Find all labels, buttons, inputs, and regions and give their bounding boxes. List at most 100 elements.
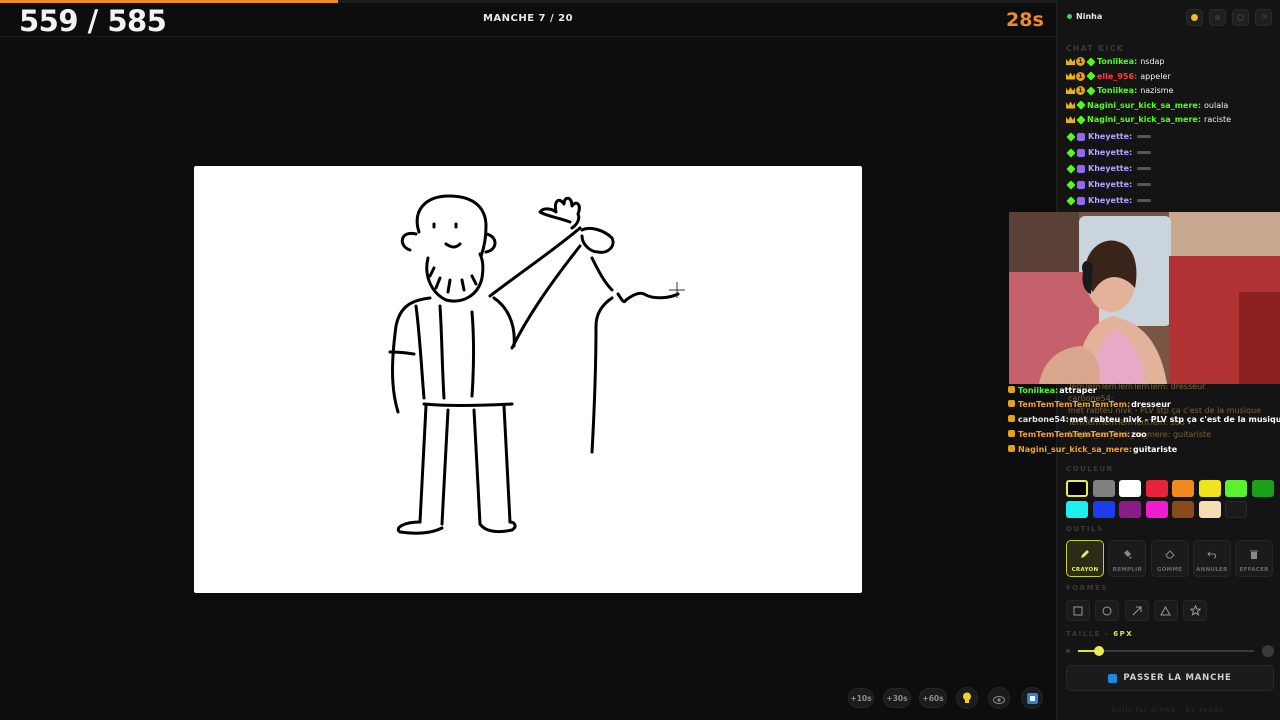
color-swatch[interactable] bbox=[1092, 480, 1115, 497]
overlay-text: zoo bbox=[1131, 430, 1147, 439]
emote-icon bbox=[1137, 151, 1152, 154]
chat-username[interactable]: Kheyette: bbox=[1088, 132, 1132, 141]
sub-badge-icon: 1 bbox=[1076, 57, 1085, 66]
kick-badge-icon bbox=[1066, 131, 1076, 142]
color-swatch[interactable] bbox=[1225, 501, 1247, 518]
overlay-username: TemTemTemTemTemTem: bbox=[1018, 400, 1131, 409]
undo-icon bbox=[1207, 544, 1217, 563]
timer: 28s bbox=[1006, 9, 1044, 31]
crown-badge-icon bbox=[1066, 87, 1075, 94]
tool-remplir[interactable]: REMPLIR bbox=[1108, 540, 1147, 577]
color-swatch[interactable] bbox=[1172, 480, 1194, 497]
shape-star-button[interactable] bbox=[1183, 600, 1208, 621]
color-swatch[interactable] bbox=[1198, 480, 1221, 497]
shape-circle-button[interactable] bbox=[1095, 600, 1120, 621]
chat-username[interactable]: Nagini_sur_kick_sa_mere: bbox=[1087, 101, 1201, 110]
kick-badge-icon bbox=[1066, 163, 1076, 174]
color-swatch[interactable] bbox=[1145, 480, 1168, 497]
overlay-badge-icon bbox=[1008, 386, 1015, 393]
tool-crayon[interactable]: CRAYON bbox=[1066, 540, 1104, 577]
size-value: 6PX bbox=[1113, 630, 1134, 638]
tool-label: REMPLIR bbox=[1112, 567, 1142, 573]
crown-badge-icon bbox=[1066, 101, 1075, 109]
color-swatch[interactable] bbox=[1066, 501, 1088, 518]
round-progress-fill bbox=[0, 0, 338, 3]
gear-icon bbox=[1237, 14, 1244, 21]
streamer-name: Ninha bbox=[1076, 12, 1103, 21]
color-swatch[interactable] bbox=[1225, 480, 1247, 497]
chat-message: Nagini_sur_kick_sa_mere: raciste bbox=[1066, 113, 1231, 126]
overlay-badge-icon bbox=[1008, 445, 1015, 452]
color-swatch[interactable] bbox=[1092, 501, 1115, 518]
add-60s-button[interactable]: +60s bbox=[919, 688, 947, 708]
overlay-text: attraper bbox=[1059, 386, 1097, 395]
cube-badge-icon bbox=[1077, 180, 1085, 189]
star-icon bbox=[1189, 601, 1202, 620]
chat-message: Kheyette: bbox=[1066, 146, 1152, 159]
skip-round-button[interactable]: PASSER LA MANCHE bbox=[1066, 665, 1274, 691]
webcam-feed bbox=[1009, 212, 1280, 384]
hint-button[interactable] bbox=[956, 687, 978, 709]
color-swatch[interactable] bbox=[1066, 480, 1088, 497]
color-swatch[interactable] bbox=[1119, 501, 1141, 518]
crown-badge-icon bbox=[1066, 116, 1075, 123]
chat-username[interactable]: Kheyette: bbox=[1088, 196, 1132, 205]
chat-message: Kheyette: bbox=[1066, 178, 1152, 191]
chat-username[interactable]: Kheyette: bbox=[1088, 148, 1132, 157]
add-30s-button[interactable]: +30s bbox=[883, 688, 911, 708]
overlay-badge-icon bbox=[1008, 400, 1015, 407]
sub-badge-icon: 1 bbox=[1076, 71, 1085, 81]
settings-button[interactable] bbox=[1232, 9, 1249, 26]
color-swatch[interactable] bbox=[1172, 501, 1194, 518]
tool-annuler[interactable]: ANNULER bbox=[1192, 540, 1231, 577]
color-swatch[interactable] bbox=[1198, 501, 1221, 518]
shape-square-button[interactable] bbox=[1066, 600, 1090, 621]
stop-icon bbox=[1026, 689, 1038, 708]
chat-message: Kheyette: bbox=[1066, 162, 1152, 175]
chat-text: raciste bbox=[1204, 115, 1232, 124]
kick-badge-icon bbox=[1066, 147, 1076, 158]
online-status-dot bbox=[1067, 14, 1072, 19]
color-swatch[interactable] bbox=[1145, 501, 1168, 518]
round-indicator: MANCHE 7 / 20 bbox=[482, 13, 574, 24]
chat-username[interactable]: Nagini_sur_kick_sa_mere: bbox=[1087, 115, 1201, 124]
sub-badge-icon: 1 bbox=[1076, 86, 1085, 95]
speaker-icon bbox=[1215, 15, 1220, 20]
divider bbox=[0, 36, 1056, 37]
tool-effacer[interactable]: EFFACER bbox=[1235, 540, 1274, 577]
chat-message: Kheyette: bbox=[1066, 130, 1152, 143]
shape-arrow-button[interactable] bbox=[1124, 600, 1149, 621]
overlay-badge-icon bbox=[1008, 430, 1015, 437]
overlay-username: carbone54: bbox=[1018, 415, 1069, 424]
reveal-button[interactable] bbox=[988, 687, 1010, 709]
color-swatch[interactable] bbox=[1119, 480, 1141, 497]
size-slider[interactable] bbox=[1078, 646, 1254, 656]
eraser-icon bbox=[1164, 544, 1175, 563]
chat-text: nsdap bbox=[1140, 57, 1165, 66]
color-swatch[interactable] bbox=[1251, 480, 1274, 497]
kick-badge-icon bbox=[1086, 85, 1096, 96]
overlay-text: guitariste bbox=[1133, 445, 1178, 454]
tool-gomme[interactable]: GOMME bbox=[1150, 540, 1189, 577]
chat-username[interactable]: Kheyette: bbox=[1088, 180, 1132, 189]
circle-icon bbox=[1102, 601, 1112, 620]
chat-text: nazisme bbox=[1140, 86, 1174, 95]
overlay-text: dresseur bbox=[1131, 400, 1171, 409]
chat-username[interactable]: elle_956: bbox=[1097, 72, 1137, 81]
emote-icon bbox=[1137, 167, 1152, 170]
stop-button[interactable] bbox=[1021, 687, 1043, 709]
sound-button[interactable] bbox=[1209, 9, 1226, 26]
add-10s-button[interactable]: +10s bbox=[848, 688, 874, 708]
eye-icon bbox=[993, 689, 1005, 708]
chat-username[interactable]: Toniikea: bbox=[1097, 86, 1137, 95]
drawing-canvas[interactable] bbox=[194, 166, 862, 593]
shape-triangle-button[interactable] bbox=[1153, 600, 1178, 621]
cube-badge-icon bbox=[1077, 148, 1085, 157]
chat-username[interactable]: Toniikea: bbox=[1097, 57, 1137, 66]
chat-username[interactable]: Kheyette: bbox=[1088, 164, 1132, 173]
overlay-chat-line: TemTemTemTemTemTem:dresseur bbox=[1008, 400, 1171, 409]
close-button[interactable]: × bbox=[1255, 9, 1272, 26]
emote-icon bbox=[1137, 199, 1152, 202]
theme-button[interactable] bbox=[1186, 9, 1203, 26]
kick-badge-icon bbox=[1066, 179, 1076, 190]
